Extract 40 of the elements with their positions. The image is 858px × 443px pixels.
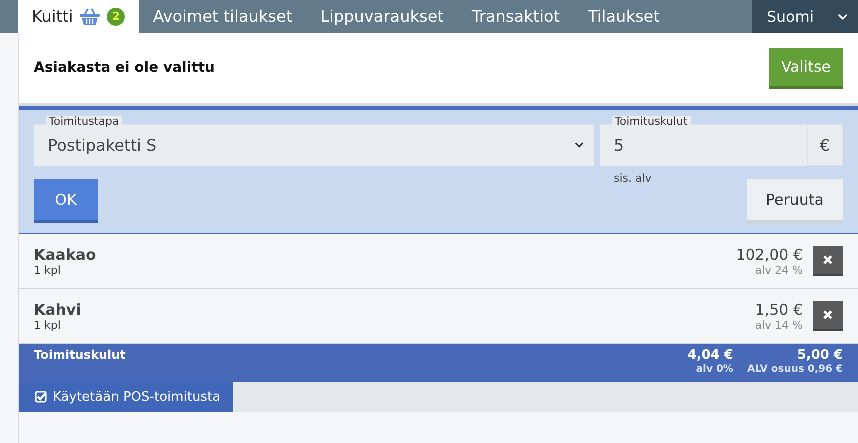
input-field[interactable]: Toimituskulut 5	[600, 116, 807, 166]
item-name: Kaakao	[34, 246, 98, 264]
nav-tab[interactable]: Lippuvaraukset	[306, 0, 458, 33]
nav-tab[interactable]: Avoimet tilaukset	[139, 0, 307, 33]
remove-button[interactable]	[813, 301, 843, 331]
close-icon	[823, 310, 833, 320]
item-price: 102,00 €	[736, 246, 803, 264]
chevron-down-icon	[575, 142, 584, 148]
item-quantity: 1 kpl	[34, 264, 62, 276]
ok-button[interactable]: OK	[34, 179, 98, 223]
select-field[interactable]: Toimitustapa Postipaketti S	[34, 116, 594, 166]
shipping-net: 4,04 €	[688, 348, 734, 363]
shipping-label: Toimituskulut	[34, 348, 127, 362]
field-value: 5	[614, 136, 624, 154]
item-name: Kahvi	[34, 300, 82, 318]
language-dropdown[interactable]: Suomi	[752, 0, 858, 33]
field-value: Postipaketti S	[48, 136, 157, 154]
item-price: 1,50 €	[755, 300, 803, 318]
chevron-down-icon	[838, 14, 848, 20]
nav-tab[interactable]: Tilaukset	[574, 0, 674, 33]
item-quantity: 1 kpl	[34, 318, 62, 332]
field-label: Toimitustapa	[46, 116, 122, 128]
basket-icon	[79, 8, 102, 26]
select-button[interactable]: Valitse	[769, 48, 843, 88]
customer-status: Asiakasta ei ole valittu	[34, 60, 215, 76]
field-label: Toimituskulut	[612, 116, 691, 128]
shipping-vat: alv 0%	[696, 363, 734, 376]
nav-tab[interactable]: Kuitti 2	[18, 0, 140, 33]
vat-share: ALV osuus 0,96 €	[747, 363, 843, 376]
nav-tab[interactable]: Transaktiot	[458, 0, 574, 33]
close-icon	[823, 255, 833, 265]
shipping-total: 5,00 €	[797, 348, 843, 363]
item-vat: alv 14 %	[755, 318, 803, 332]
pos-delivery-toggle[interactable]: Käytetään POS-toimitusta	[19, 382, 233, 412]
remove-button[interactable]	[813, 246, 843, 276]
cancel-button[interactable]: Peruuta	[747, 179, 843, 223]
count-badge: 2	[107, 8, 126, 26]
currency-addon: €	[807, 124, 843, 166]
item-vat: alv 24 %	[755, 264, 803, 276]
vat-note: sis. alv	[613, 171, 653, 185]
